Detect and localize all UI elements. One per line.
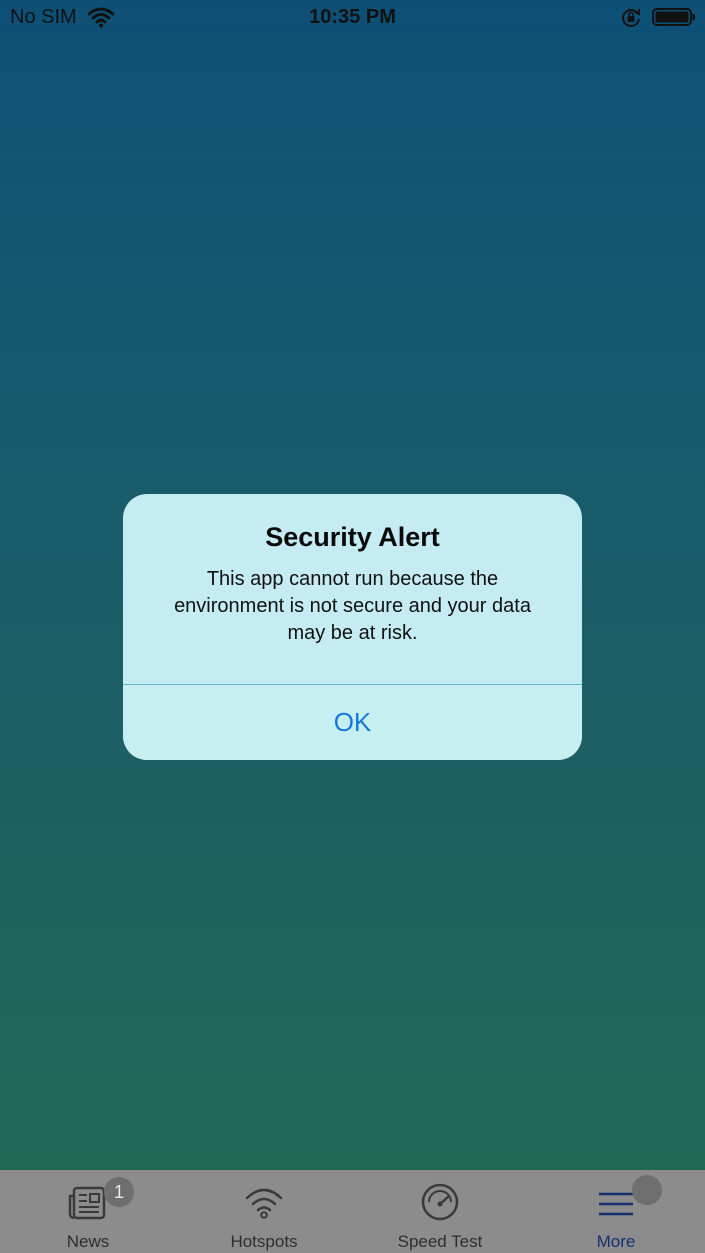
status-time: 10:35 PM: [309, 6, 396, 28]
tab-hotspots-label: Hotspots: [230, 1232, 298, 1251]
tab-bar: 1 News Hotspots Speed Test More: [0, 1170, 705, 1253]
news-badge: 1: [104, 1177, 134, 1207]
tab-news[interactable]: 1 News: [0, 1170, 176, 1253]
tab-more-label: More: [596, 1232, 636, 1251]
tab-speed-test-label: Speed Test: [397, 1232, 483, 1251]
alert-title: Security Alert: [265, 522, 440, 552]
more-badge-dot: [632, 1175, 662, 1205]
speedometer-icon: [421, 1183, 459, 1221]
battery-icon: [652, 8, 695, 26]
security-alert-dialog: Security Alert This app cannot run becau…: [123, 494, 582, 760]
tab-hotspots[interactable]: Hotspots: [176, 1170, 352, 1253]
rotation-lock-icon: [622, 9, 640, 27]
status-bar: No SIM 10:35 PM: [0, 0, 705, 36]
ok-button[interactable]: OK: [123, 685, 582, 760]
tab-more[interactable]: More: [528, 1170, 704, 1253]
menu-icon: [599, 1192, 633, 1216]
newspaper-icon: [68, 1186, 106, 1220]
wifi-icon: [245, 1188, 283, 1219]
tab-news-label: News: [66, 1232, 110, 1251]
app-screen: No SIM 10:35 PM Security Alert This app …: [0, 0, 705, 1253]
tab-speed-test[interactable]: Speed Test: [352, 1170, 528, 1253]
alert-message: This app cannot run because the environm…: [174, 568, 531, 644]
